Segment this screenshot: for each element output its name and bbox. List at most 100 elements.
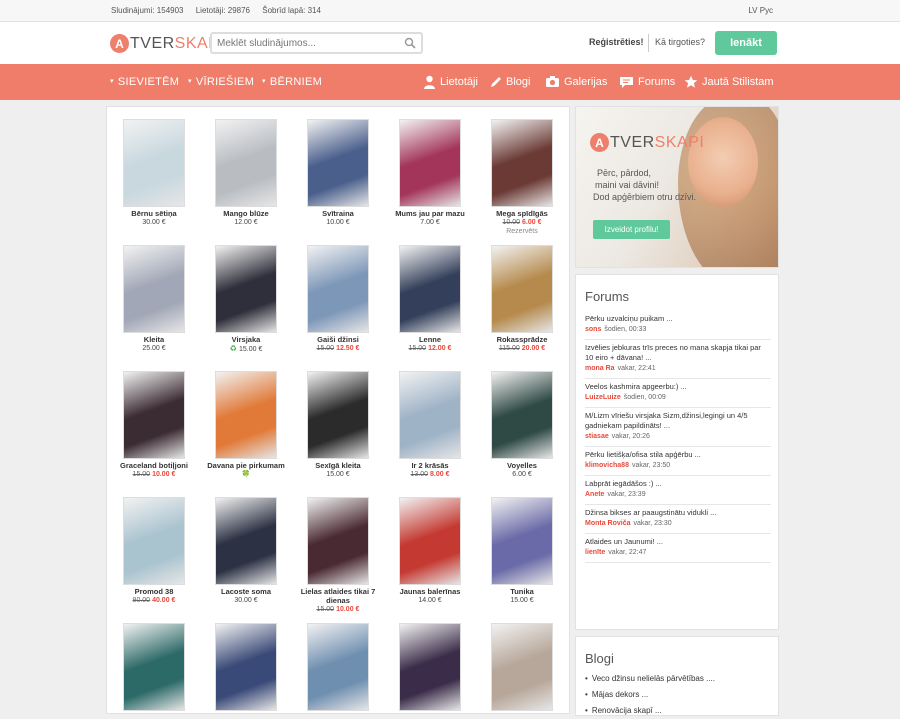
product-name[interactable]: Voyelles: [477, 461, 567, 470]
nav-users[interactable]: Lietotāji: [423, 75, 478, 89]
product-image[interactable]: [399, 623, 461, 711]
product-name[interactable]: Virsjaka: [201, 335, 291, 344]
search-input[interactable]: [212, 34, 392, 52]
login-button[interactable]: Ienākt: [715, 31, 777, 55]
product-card[interactable]: Lenne 15.00 12.00 €: [385, 245, 475, 353]
forum-topic-title[interactable]: Atlaides un Jaunumi! ...: [585, 537, 771, 547]
product-image[interactable]: [123, 119, 185, 207]
product-card[interactable]: Graceland botiļjoni 15.00 10.00 €: [109, 371, 199, 479]
product-image[interactable]: [307, 497, 369, 585]
product-image[interactable]: [399, 245, 461, 333]
product-name[interactable]: Svītraina: [293, 209, 383, 218]
product-card[interactable]: [201, 623, 291, 713]
product-name[interactable]: Lielas atlaides tikai 7 dienas: [293, 587, 383, 605]
product-name[interactable]: Mango blūze: [201, 209, 291, 218]
product-name[interactable]: Jaunas balerīnas: [385, 587, 475, 596]
product-card[interactable]: Promod 38 80.00 40.00 €: [109, 497, 199, 605]
product-card[interactable]: Lacoste soma 30.00 €: [201, 497, 291, 605]
create-profile-button[interactable]: Izveidot profilu!: [593, 220, 670, 239]
product-image[interactable]: [215, 623, 277, 711]
how-to-trade-link[interactable]: Kā tirgoties?: [655, 37, 705, 47]
product-name[interactable]: Sexīgā kleita: [293, 461, 383, 470]
forum-topic[interactable]: Pērku uzvalciņu puikam ... sons šodien, 00…: [585, 311, 771, 340]
product-image[interactable]: [491, 497, 553, 585]
product-name[interactable]: Rokassprādze: [477, 335, 567, 344]
product-image[interactable]: [491, 371, 553, 459]
site-logo[interactable]: A TVERSKAPI: [110, 34, 224, 53]
product-image[interactable]: [307, 623, 369, 711]
product-card[interactable]: Sexīgā kleita 15.00 €: [293, 371, 383, 479]
product-name[interactable]: Ir 2 krāsās: [385, 461, 475, 470]
product-card[interactable]: [293, 623, 383, 713]
forum-topic-title[interactable]: Pērku lietišķa/ofisa stila apģērbu ...: [585, 450, 771, 460]
product-card[interactable]: Davana pie pirkumam 🍀: [201, 371, 291, 479]
product-card[interactable]: Mums jau par mazu 7.00 €: [385, 119, 475, 227]
forum-topic-title[interactable]: Pērku uzvalciņu puikam ...: [585, 314, 771, 324]
product-name[interactable]: Gaiši džinsi: [293, 335, 383, 344]
nav-category-kids[interactable]: BĒRNIEM: [262, 76, 322, 88]
forum-topic-title[interactable]: Veelos kashmira apgeerbu:) ...: [585, 382, 771, 392]
product-card[interactable]: Jaunas balerīnas 14.00 €: [385, 497, 475, 605]
product-image[interactable]: [215, 245, 277, 333]
forum-topic-title[interactable]: M/Lizm vīriešu virsjaka Sizm,džinsi,legi…: [585, 411, 771, 431]
product-card[interactable]: [385, 623, 475, 713]
language-switcher[interactable]: LV Рус: [748, 6, 773, 15]
forum-author[interactable]: Anete: [585, 491, 604, 498]
product-name[interactable]: Bērnu sētiņa: [109, 209, 199, 218]
product-image[interactable]: [215, 497, 277, 585]
product-card[interactable]: [109, 623, 199, 713]
register-link[interactable]: Reģistrēties!: [589, 37, 644, 47]
forum-topic-title[interactable]: Džinsa bikses ar paaugstinātu vidukli ..…: [585, 508, 771, 518]
product-card[interactable]: Tunika 15.00 €: [477, 497, 567, 605]
product-image[interactable]: [215, 371, 277, 459]
product-image[interactable]: [491, 245, 553, 333]
forum-author[interactable]: sons: [585, 326, 601, 333]
product-image[interactable]: [123, 245, 185, 333]
product-image[interactable]: [399, 119, 461, 207]
product-image[interactable]: [307, 245, 369, 333]
product-card[interactable]: Bērnu sētiņa 30.00 €: [109, 119, 199, 227]
forum-topic[interactable]: M/Lizm vīriešu virsjaka Sizm,džinsi,legi…: [585, 408, 771, 447]
forum-topic-title[interactable]: Izvēlies jebkuras trīs preces no mana sk…: [585, 343, 771, 363]
forum-topic[interactable]: Labprāt iegādāšos :) ... Anete vakar, 23:3…: [585, 476, 771, 505]
product-name[interactable]: Davana pie pirkumam: [201, 461, 291, 470]
product-card[interactable]: Lielas atlaides tikai 7 dienas 15.00 10.00…: [293, 497, 383, 614]
nav-category-women[interactable]: SIEVIETĒM: [110, 76, 179, 88]
forum-author[interactable]: stiasae: [585, 433, 609, 440]
forum-author[interactable]: mona Ra: [585, 365, 615, 372]
forum-author[interactable]: lienīte: [585, 549, 605, 556]
blog-item[interactable]: Mājas dekors ...: [585, 687, 778, 703]
forum-topic[interactable]: Izvēlies jebkuras trīs preces no mana sk…: [585, 340, 771, 379]
product-card[interactable]: [477, 623, 567, 713]
product-card[interactable]: Svītraina 10.00 €: [293, 119, 383, 227]
product-card[interactable]: Voyelles 6.00 €: [477, 371, 567, 479]
forum-topic[interactable]: Veelos kashmira apgeerbu:) ... LuizeLuize…: [585, 379, 771, 408]
product-image[interactable]: [307, 119, 369, 207]
product-card[interactable]: Mega spīdīgās 10.00 6.00 € Rezervēts: [477, 119, 567, 236]
product-name[interactable]: Lenne: [385, 335, 475, 344]
product-image[interactable]: [399, 497, 461, 585]
forum-topic[interactable]: Džinsa bikses ar paaugstinātu vidukli ..…: [585, 505, 771, 534]
search-icon[interactable]: [404, 37, 416, 49]
product-name[interactable]: Mums jau par mazu: [385, 209, 475, 218]
product-image[interactable]: [399, 371, 461, 459]
product-image[interactable]: [123, 371, 185, 459]
product-name[interactable]: Mega spīdīgās: [477, 209, 567, 218]
product-name[interactable]: Promod 38: [109, 587, 199, 596]
product-name[interactable]: Tunika: [477, 587, 567, 596]
product-image[interactable]: [123, 623, 185, 711]
product-name[interactable]: Lacoste soma: [201, 587, 291, 596]
nav-galleries[interactable]: Galerijas: [545, 75, 607, 88]
nav-ask-stylist[interactable]: Jautā Stilistam: [684, 75, 774, 89]
forum-topic[interactable]: Pērku lietišķa/ofisa stila apģērbu ... kl…: [585, 447, 771, 476]
nav-category-men[interactable]: VĪRIEŠIEM: [188, 76, 254, 88]
forum-author[interactable]: LuizeLuize: [585, 394, 621, 401]
product-card[interactable]: Virsjaka ♻ 15.00 €: [201, 245, 291, 354]
product-image[interactable]: [215, 119, 277, 207]
nav-blogs[interactable]: Blogi: [489, 75, 530, 89]
product-image[interactable]: [491, 623, 553, 711]
product-card[interactable]: Ir 2 krāsās 13.00 8.00 €: [385, 371, 475, 479]
product-card[interactable]: Mango blūze 12.00 €: [201, 119, 291, 227]
forum-topic[interactable]: Atlaides un Jaunumi! ... lienīte vakar, 22…: [585, 534, 771, 563]
nav-forums[interactable]: Forums: [619, 75, 675, 89]
